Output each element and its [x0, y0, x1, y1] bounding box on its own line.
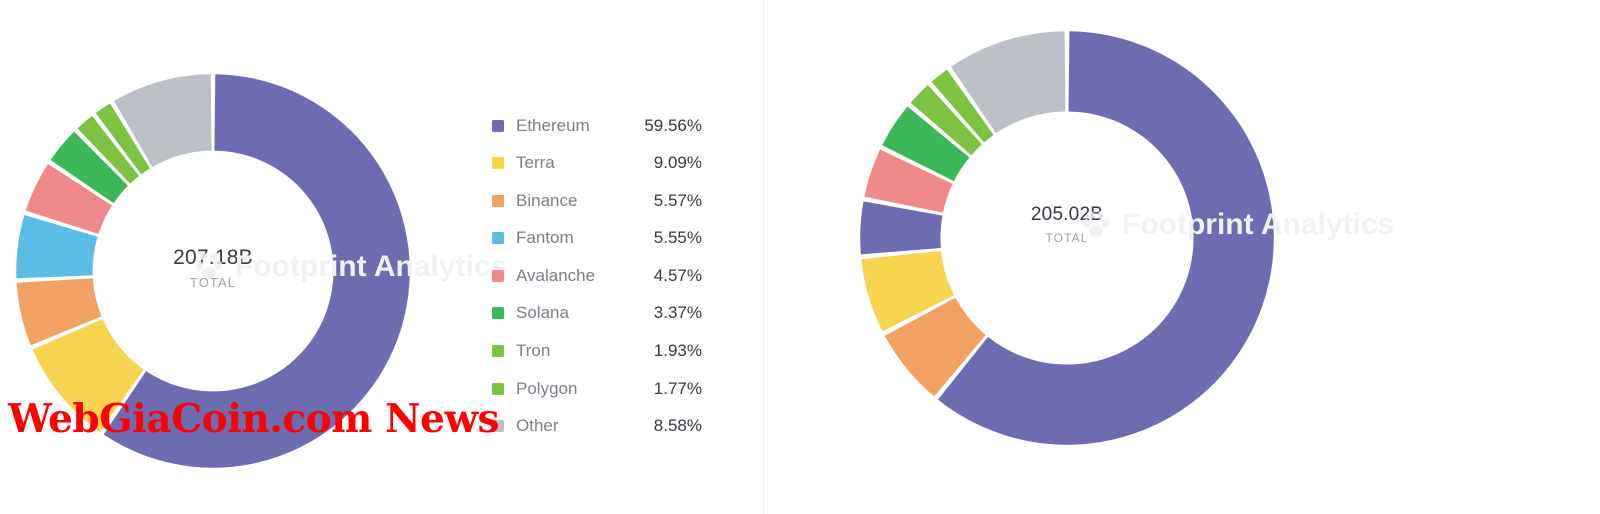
right-donut-slices	[860, 31, 1274, 445]
legend-color-swatch-icon	[492, 270, 504, 282]
legend-row[interactable]: Tron 1.93%	[492, 340, 702, 363]
legend-color-swatch-icon	[492, 345, 504, 357]
legend-row[interactable]: Solana 3.37%	[492, 302, 702, 325]
legend-item-label: Binance	[516, 191, 577, 211]
legend-item-value: 1.77%	[654, 379, 702, 399]
legend-row[interactable]: Binance 5.57%	[492, 189, 702, 212]
legend-item-value: 3.37%	[654, 303, 702, 323]
legend-row[interactable]: Fantom 5.55%	[492, 227, 702, 250]
right-chart-panel: 205.02B TOTAL Footprint Analytics Ethere…	[763, 0, 1600, 514]
legend-item-label: Polygon	[516, 379, 577, 399]
legend-item-value: 5.55%	[654, 228, 702, 248]
legend-item-label: Fantom	[516, 228, 574, 248]
legend-color-swatch-icon	[492, 307, 504, 319]
legend-item-label: Solana	[516, 303, 569, 323]
legend-item-value: 1.93%	[654, 341, 702, 361]
legend-color-swatch-icon	[492, 232, 504, 244]
legend-row[interactable]: Other 8.58%	[492, 415, 702, 438]
legend-item-label: Other	[516, 416, 559, 436]
site-watermark-banner: WebGiaCoin.com News	[8, 396, 499, 442]
legend-row[interactable]: Terra 9.09%	[492, 152, 702, 175]
legend-item-label: Tron	[516, 341, 550, 361]
left-legend: Ethereum 59.56% Terra 9.09% Binance 5.57% Fant…	[492, 114, 702, 438]
legend-color-swatch-icon	[492, 157, 504, 169]
legend-item-label: Avalanche	[516, 266, 595, 286]
legend-item-label: Ethereum	[516, 116, 590, 136]
legend-item-value: 8.58%	[654, 416, 702, 436]
legend-item-value: 5.57%	[654, 191, 702, 211]
right-donut-svg	[841, 12, 1293, 464]
legend-row[interactable]: Polygon 1.77%	[492, 377, 702, 400]
right-donut-chart[interactable]: 205.02B TOTAL	[841, 12, 1293, 464]
legend-item-value: 59.56%	[644, 116, 702, 136]
legend-item-value: 9.09%	[654, 153, 702, 173]
legend-row[interactable]: Avalanche 4.57%	[492, 264, 702, 287]
legend-item-value: 4.57%	[654, 266, 702, 286]
legend-color-swatch-icon	[492, 195, 504, 207]
legend-color-swatch-icon	[492, 120, 504, 132]
legend-row[interactable]: Ethereum 59.56%	[492, 114, 702, 137]
legend-color-swatch-icon	[492, 383, 504, 395]
legend-item-label: Terra	[516, 153, 555, 173]
